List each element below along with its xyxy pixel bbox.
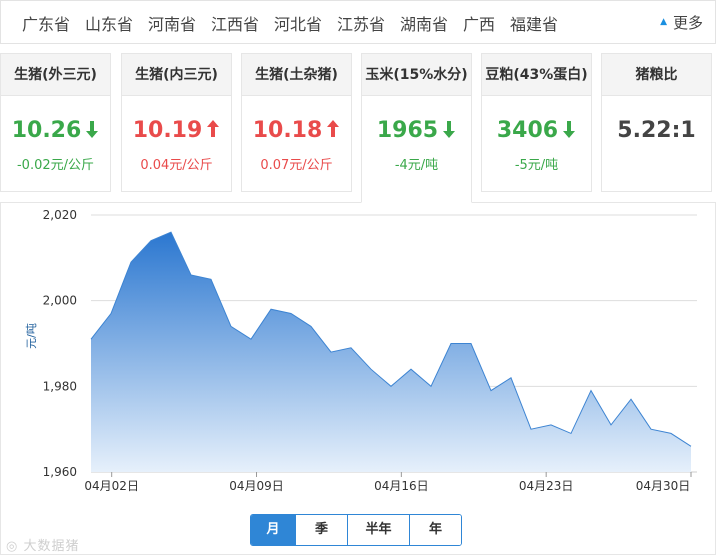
province-tab[interactable]: 广东省 bbox=[22, 11, 70, 35]
province-tab[interactable]: 河北省 bbox=[274, 11, 322, 35]
series-area bbox=[91, 232, 691, 472]
price-card[interactable]: 猪粮比 5.22:1 bbox=[601, 53, 712, 192]
card-title: 玉米(15%水分) bbox=[362, 54, 471, 96]
card-change: -5元/吨 bbox=[514, 158, 559, 173]
card-price: 5.22:1 bbox=[617, 118, 696, 143]
province-tab[interactable]: 湖南省 bbox=[400, 11, 448, 35]
card-title: 豆粕(43%蛋白) bbox=[482, 54, 591, 96]
province-tab[interactable]: 河南省 bbox=[148, 11, 196, 35]
card-title: 猪粮比 bbox=[602, 54, 711, 96]
card-price: 10.26 bbox=[1, 118, 110, 143]
card-change: -4元/吨 bbox=[394, 158, 439, 173]
y-tick-label: 2,000 bbox=[43, 294, 77, 308]
y-tick-label: 1,980 bbox=[43, 379, 77, 393]
period-quarter-button[interactable]: 季 bbox=[295, 515, 347, 545]
period-halfyear-button[interactable]: 半年 bbox=[347, 515, 409, 545]
price-card[interactable]: 生猪(土杂猪) 10.18 0.07元/公斤 bbox=[241, 53, 352, 192]
card-price: 10.19 bbox=[122, 118, 231, 143]
card-title: 生猪(外三元) bbox=[1, 54, 110, 96]
province-tab[interactable]: 江西省 bbox=[211, 11, 259, 35]
price-card[interactable]: 豆粕(43%蛋白) 3406 -5元/吨 bbox=[481, 53, 592, 192]
price-card[interactable]: 生猪(内三元) 10.19 0.04元/公斤 bbox=[121, 53, 232, 192]
arrow-down-icon bbox=[443, 121, 456, 138]
card-title: 生猪(土杂猪) bbox=[242, 54, 351, 96]
card-change: 0.07元/公斤 bbox=[260, 158, 333, 173]
arrow-down-icon bbox=[563, 121, 576, 138]
price-card[interactable]: 生猪(外三元) 10.26 -0.02元/公斤 bbox=[0, 53, 111, 192]
arrow-down-icon bbox=[86, 121, 99, 138]
period-selector: 月 季 半年 年 bbox=[250, 514, 462, 546]
price-chart: 1,960 1,980 2,000 2,020 04月02日 04月09日 04月16日 0… bbox=[0, 202, 716, 555]
arrow-up-icon bbox=[327, 120, 340, 137]
arrow-up-icon bbox=[207, 120, 220, 137]
y-tick-label: 1,960 bbox=[43, 465, 77, 479]
triangle-up-icon: ▲ bbox=[660, 17, 667, 27]
price-card-active[interactable]: 玉米(15%水分) 1965 -4元/吨 bbox=[361, 53, 472, 203]
period-year-button[interactable]: 年 bbox=[409, 515, 461, 545]
x-tick-label: 04月16日 bbox=[374, 479, 429, 493]
x-tick-label: 04月02日 bbox=[84, 479, 139, 493]
card-change: 0.04元/公斤 bbox=[140, 158, 213, 173]
more-link[interactable]: ▲ 更多 bbox=[660, 12, 703, 33]
province-tab[interactable]: 江苏省 bbox=[337, 11, 385, 35]
province-tab-bar: 广东省 山东省 河南省 江西省 河北省 江苏省 湖南省 广西 福建省 ▲ 更多 bbox=[0, 0, 716, 44]
y-axis-label: 元/吨 bbox=[25, 323, 38, 349]
x-tick-label: 04月30日 bbox=[636, 479, 691, 493]
area-chart: 1,960 1,980 2,000 2,020 04月02日 04月09日 04月16日 0… bbox=[43, 208, 697, 493]
card-price: 3406 bbox=[482, 118, 591, 143]
card-title: 生猪(内三元) bbox=[122, 54, 231, 96]
card-price: 10.18 bbox=[242, 118, 351, 143]
card-price: 1965 bbox=[362, 118, 471, 143]
province-tab[interactable]: 福建省 bbox=[510, 11, 558, 35]
period-month-button[interactable]: 月 bbox=[251, 515, 295, 545]
x-tick-label: 04月23日 bbox=[519, 479, 574, 493]
y-tick-label: 2,020 bbox=[43, 208, 77, 222]
watermark-logo: ◎ 大数据猪 bbox=[6, 539, 80, 554]
card-change: -0.02元/公斤 bbox=[16, 158, 95, 173]
province-tab[interactable]: 山东省 bbox=[85, 11, 133, 35]
x-tick-label: 04月09日 bbox=[229, 479, 284, 493]
province-tab[interactable]: 广西 bbox=[463, 11, 495, 35]
